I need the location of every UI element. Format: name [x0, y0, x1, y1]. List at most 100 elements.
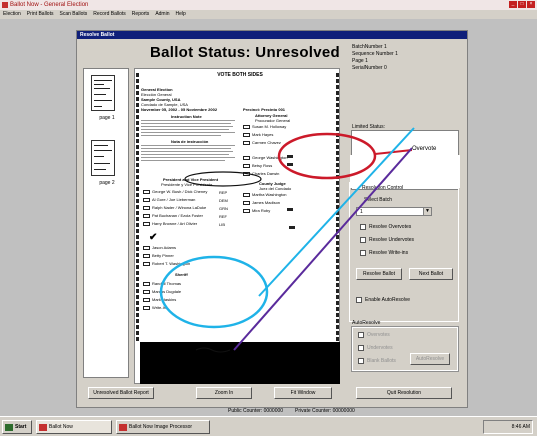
private-counter: Private Counter: 00000000	[295, 408, 355, 414]
autoresolve-button[interactable]: AutoResolve	[410, 353, 450, 365]
timing-mark	[136, 97, 139, 101]
timing-mark	[136, 109, 139, 113]
maximize-icon[interactable]: □	[518, 1, 526, 8]
batch-select[interactable]: 1 ▼	[356, 207, 432, 216]
public-counter: Public Counter: 0000000	[228, 408, 284, 414]
timing-mark	[136, 121, 139, 125]
timing-mark	[136, 151, 139, 155]
timing-mark	[336, 247, 339, 251]
sequence-number: Sequence Number 1	[352, 51, 398, 57]
timing-mark	[136, 169, 139, 173]
ballot-now-window: Ballot Now - General Election _ □ × Elec…	[0, 0, 537, 436]
serial-number: SerialNumber 0	[352, 65, 387, 71]
chevron-down-icon[interactable]: ▼	[423, 208, 431, 215]
zoom-in-button[interactable]: Zoom In	[196, 387, 252, 399]
timing-mark	[336, 253, 339, 257]
timing-mark	[336, 169, 339, 173]
taskbar-ballot-now[interactable]: Ballot Now	[36, 420, 112, 434]
timing-mark	[136, 139, 139, 143]
close-icon[interactable]: ×	[527, 1, 535, 8]
timing-mark	[336, 187, 339, 191]
autoresolve-undervotes-checkbox[interactable]: Undervotes	[358, 345, 393, 351]
resolve-ballot-button[interactable]: Resolve Ballot	[356, 268, 402, 280]
enable-autoresolve-checkbox[interactable]: Enable AutoResolve	[356, 297, 410, 303]
election-date: November 05, 2002 - 05 Noviembre 2002	[141, 107, 218, 112]
timing-mark	[336, 193, 339, 197]
timing-mark	[336, 181, 339, 185]
candidate-row: Mark Hayes	[243, 132, 273, 137]
timing-mark	[336, 313, 339, 317]
timing-mark	[336, 145, 339, 149]
timing-mark	[336, 301, 339, 305]
party-label: DEM	[219, 198, 228, 203]
candidate-row: George Washington	[243, 155, 287, 160]
unresolved-ballot-report-button[interactable]: Unresolved Ballot Report	[88, 387, 154, 399]
timing-mark	[136, 73, 139, 77]
timing-mark	[336, 337, 339, 341]
thumbnail-page-1[interactable]	[91, 75, 115, 111]
taskbar-image-processor[interactable]: Ballot Now Image Processor	[116, 420, 210, 434]
timing-mark	[136, 313, 139, 317]
next-ballot-button[interactable]: Next Ballot	[409, 268, 453, 280]
timing-mark	[336, 295, 339, 299]
timing-mark	[136, 199, 139, 203]
candidate-row: Martha Washington	[243, 192, 287, 197]
candidate-row: James Madison	[243, 200, 280, 205]
app-icon	[2, 2, 8, 8]
minimize-icon[interactable]: _	[509, 1, 517, 8]
candidate-row: Randall Thomas	[143, 281, 181, 286]
thumbnail-page-2[interactable]	[91, 140, 115, 176]
timing-mark	[336, 283, 339, 287]
ballot-header: VOTE BOTH SIDES	[217, 72, 263, 78]
ballot-image: VOTE BOTH SIDES General Election Elecció…	[134, 68, 340, 384]
timing-mark	[136, 91, 139, 95]
instruction-title: Instruction Note	[171, 114, 202, 119]
resolve-writeins-checkbox[interactable]: Resolve Write-ins	[360, 250, 408, 256]
checkmark-icon: ✔	[149, 232, 158, 243]
timing-mark	[136, 157, 139, 161]
timing-mark	[336, 151, 339, 155]
timing-mark	[136, 289, 139, 293]
timing-mark	[336, 73, 339, 77]
timing-mark	[136, 331, 139, 335]
timing-mark	[336, 241, 339, 245]
quit-resolution-button[interactable]: Quit Resolution	[356, 387, 452, 399]
candidate-row: Pat Buchanan / Ezola Foster	[143, 213, 203, 218]
timing-mark	[136, 211, 139, 215]
timing-mark	[136, 115, 139, 119]
menu-scan-ballots[interactable]: Scan Ballots	[59, 10, 87, 19]
menu-print-ballots[interactable]: Print Ballots	[27, 10, 54, 19]
timing-mark	[136, 229, 139, 233]
menu-admin[interactable]: Admin	[155, 10, 169, 19]
timing-mark	[136, 271, 139, 275]
resolve-overvotes-checkbox[interactable]: Resolve Overvotes	[360, 224, 411, 230]
timing-mark	[336, 103, 339, 107]
timing-mark	[336, 133, 339, 137]
timing-mark	[336, 229, 339, 233]
fit-window-button[interactable]: Fit Window	[274, 387, 332, 399]
menu-reports[interactable]: Reports	[132, 10, 150, 19]
candidate-row: Betty Pinner	[143, 253, 174, 258]
timing-mark	[136, 187, 139, 191]
menu-help[interactable]: Help	[176, 10, 186, 19]
ballot-status-heading: Ballot Status: Unresolved	[149, 44, 341, 61]
timing-mark	[336, 157, 339, 161]
menu-election[interactable]: Election	[3, 10, 21, 19]
resolve-undervotes-checkbox[interactable]: Resolve Undervotes	[360, 237, 414, 243]
timing-mark	[336, 85, 339, 89]
status-bar: Public Counter: 0000000 Private Counter:…	[228, 408, 473, 416]
menu-record-ballots[interactable]: Record Ballots	[93, 10, 126, 19]
timing-mark	[336, 115, 339, 119]
timing-mark	[336, 139, 339, 143]
timing-mark	[136, 307, 139, 311]
start-button[interactable]: Start	[2, 420, 32, 434]
autoresolve-blank-checkbox[interactable]: Blank Ballots	[358, 358, 396, 364]
autoresolve-overvotes-checkbox[interactable]: Overvotes	[358, 332, 390, 338]
county-judge-contest-es: Juez del Condado	[259, 186, 292, 191]
timing-mark	[336, 331, 339, 335]
timing-mark	[336, 79, 339, 83]
candidate-row: Charles Darwin	[243, 171, 279, 176]
resolution-control-title: Resolution Control	[362, 185, 404, 191]
timing-mark	[336, 211, 339, 215]
timing-mark	[336, 289, 339, 293]
